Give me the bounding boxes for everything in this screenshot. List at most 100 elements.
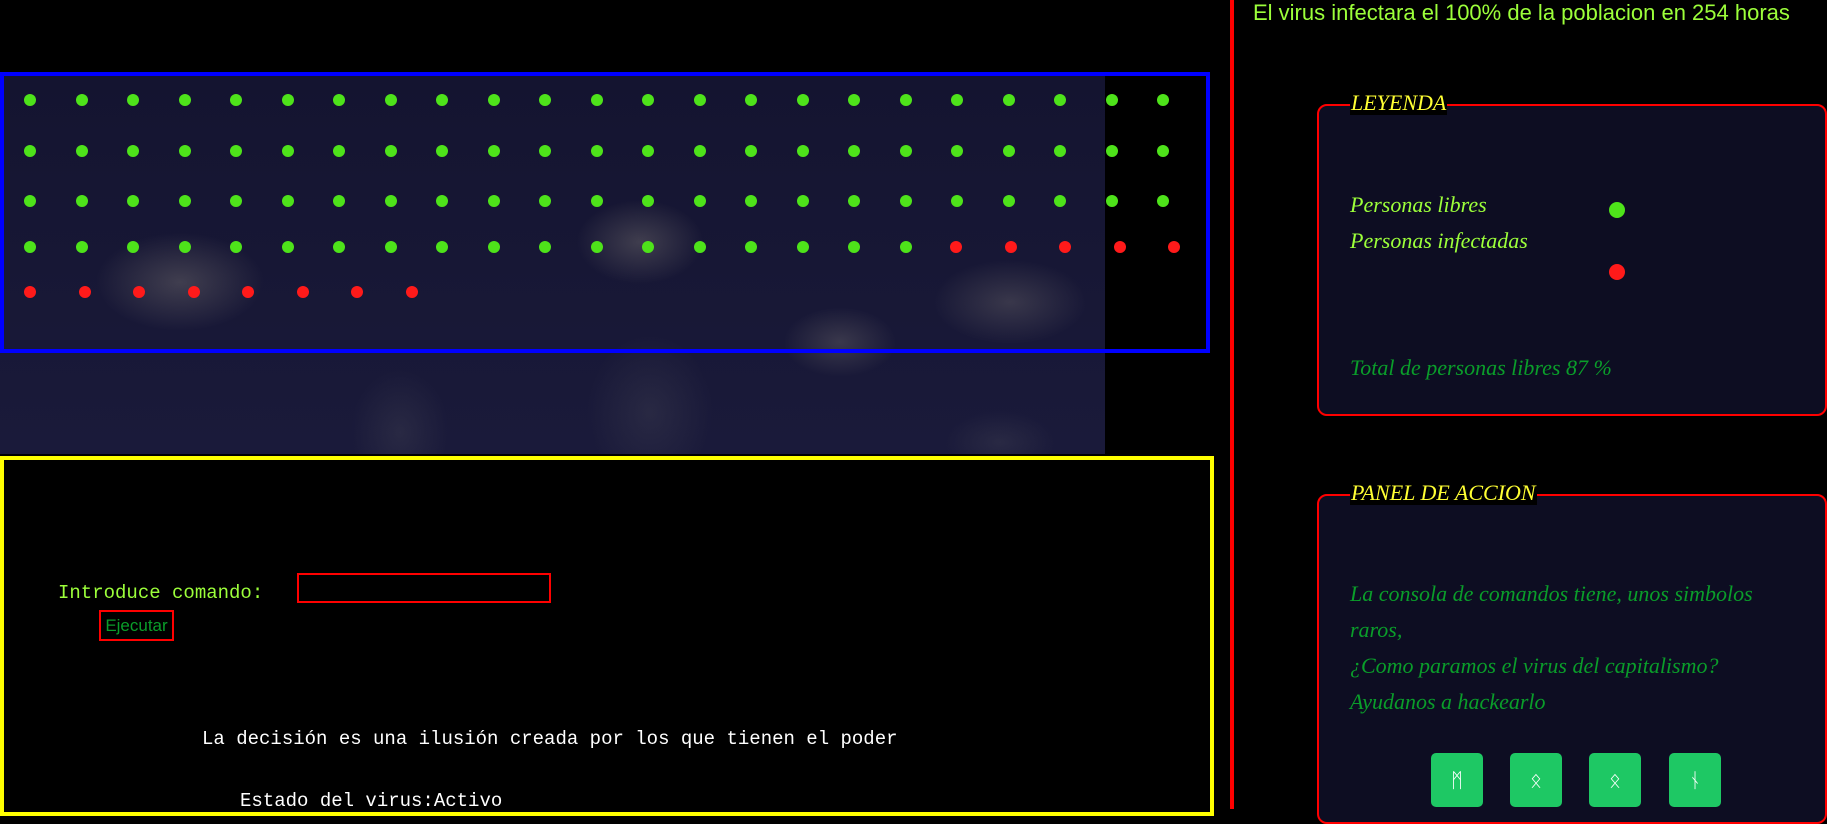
free-person-dot [848,195,860,207]
free-person-dot [178,195,191,207]
free-dot-icon [1609,202,1625,218]
free-person-dot [848,241,860,253]
free-person-dot [178,145,191,157]
free-person-dot [281,94,294,106]
free-person-dot [24,241,36,253]
infected-person-dot [296,286,309,298]
execute-button[interactable]: Ejecutar [99,610,174,641]
free-person-dot [745,145,757,157]
free-person-dot [75,145,88,157]
free-person-dot [796,241,809,253]
infected-person-dot [405,286,418,298]
legend-free-label: Personas libres [1350,192,1487,217]
action-panel-text: La consola de comandos tiene, unos simbo… [1350,576,1800,720]
free-person-dot [693,145,706,157]
infected-person-dot [78,286,91,298]
infected-dot-icon [1609,264,1625,280]
free-person-dot [642,145,654,157]
free-person-dot [796,195,809,207]
infected-person-dot [1168,241,1180,253]
free-person-dot [539,195,551,207]
free-person-dot [127,94,139,106]
free-person-dot [899,195,912,207]
infected-person-dot [351,286,363,298]
action-panel: PANEL DE ACCION La consola de comandos t… [1317,481,1827,824]
rune-button-1[interactable]: ᛗ [1431,753,1483,807]
infected-person-dot [242,286,254,298]
free-person-dot [127,241,139,253]
legend-infected-label: Personas infectadas [1350,228,1528,253]
free-person-dot [590,94,603,106]
free-person-dot [1157,94,1169,106]
column-divider [1230,0,1234,809]
action-line: ¿Como paramos el virus del capitalismo? [1350,653,1719,678]
free-person-dot [281,241,294,253]
total-free-percentage: Total de personas libres 87 % [1350,355,1612,380]
free-person-dot [384,145,397,157]
free-person-dot [539,241,551,253]
free-person-dot [539,145,551,157]
free-person-dot [745,94,757,106]
infected-person-dot [1113,241,1126,253]
free-person-dot [75,94,88,106]
rune-othala-icon: ᛟ [1609,768,1621,792]
free-person-dot [796,145,809,157]
infected-person-dot [1004,241,1017,253]
action-line: Ayudanos a hackearlo [1350,689,1546,714]
free-person-dot [951,94,963,106]
free-person-dot [951,145,963,157]
legend-title: LEYENDA [1350,90,1448,115]
free-person-dot [590,241,603,253]
free-person-dot [1105,145,1118,157]
free-person-dot [1105,195,1118,207]
rune-mannaz-icon: ᛗ [1451,768,1463,792]
free-person-dot [951,195,963,207]
free-person-dot [899,94,912,106]
free-person-dot [281,195,294,207]
free-person-dot [899,241,912,253]
action-panel-title: PANEL DE ACCION [1350,480,1537,505]
free-person-dot [642,94,654,106]
free-person-dot [178,241,191,253]
population-grid [0,72,1210,353]
infected-person-dot [187,286,200,298]
free-person-dot [539,94,551,106]
free-person-dot [384,94,397,106]
free-person-dot [1002,145,1015,157]
quote-text: La decisión es una ilusión creada por lo… [202,728,898,750]
free-person-dot [899,145,912,157]
free-person-dot [436,241,448,253]
rune-button-2[interactable]: ᛟ [1510,753,1562,807]
free-person-dot [1157,145,1169,157]
free-person-dot [1157,195,1169,207]
free-person-dot [1002,94,1015,106]
free-person-dot [693,241,706,253]
command-input[interactable] [297,573,551,603]
free-person-dot [127,145,139,157]
free-person-dot [384,195,397,207]
free-person-dot [487,145,500,157]
free-person-dot [24,145,36,157]
free-person-dot [1054,195,1066,207]
free-person-dot [796,94,809,106]
free-person-dot [693,94,706,106]
free-person-dot [127,195,139,207]
free-person-dot [487,241,500,253]
free-person-dot [487,94,500,106]
infected-person-dot [133,286,145,298]
free-person-dot [590,195,603,207]
free-person-dot [75,241,88,253]
action-line: La consola de comandos tiene, unos simbo… [1350,581,1753,642]
free-person-dot [24,94,36,106]
free-person-dot [75,195,88,207]
free-person-dot [487,195,500,207]
rune-button-4[interactable]: ᚾ [1669,753,1721,807]
rune-button-3[interactable]: ᛟ [1589,753,1641,807]
free-person-dot [333,145,345,157]
free-person-dot [1105,94,1118,106]
free-person-dot [848,94,860,106]
free-person-dot [384,241,397,253]
rune-othala-icon: ᛟ [1530,768,1542,792]
free-person-dot [281,145,294,157]
infected-person-dot [24,286,36,298]
